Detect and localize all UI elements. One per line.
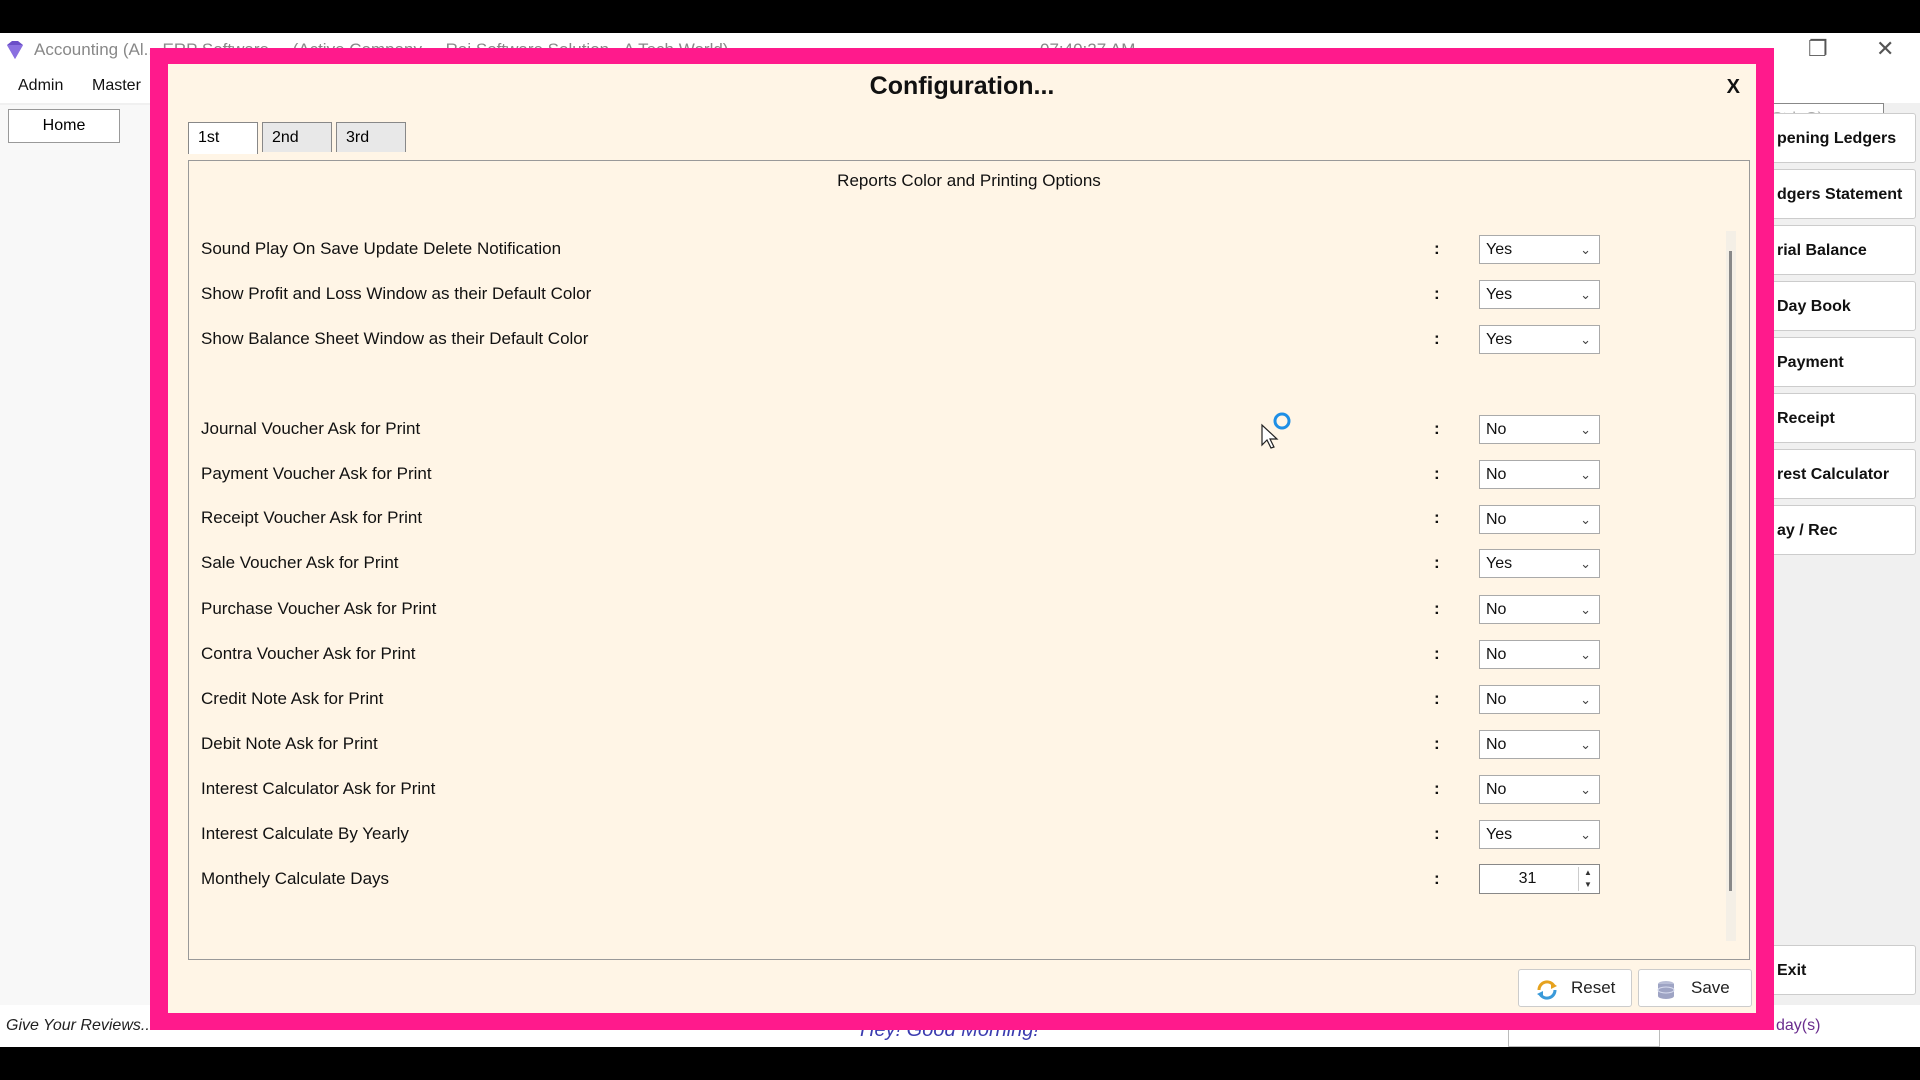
colon: : <box>1434 464 1440 483</box>
option-label: Journal Voucher Ask for Print <box>201 419 421 438</box>
save-button[interactable]: Save <box>1638 969 1752 1007</box>
option-label: Purchase Voucher Ask for Print <box>201 599 437 618</box>
chevron-down-icon: ⌄ <box>1580 332 1591 347</box>
option-label: Receipt Voucher Ask for Print <box>201 508 423 527</box>
select-value: Yes <box>1486 826 1513 843</box>
select-value: Yes <box>1486 331 1513 348</box>
interest-yearly-select[interactable]: Yes ⌄ <box>1479 820 1600 849</box>
colon: : <box>1434 779 1440 798</box>
chevron-down-icon: ⌄ <box>1580 556 1591 571</box>
colon: : <box>1434 553 1440 572</box>
chevron-down-icon: ⌄ <box>1580 692 1591 707</box>
reset-button[interactable]: Reset <box>1518 969 1632 1007</box>
select-value: Yes <box>1486 555 1513 572</box>
stepper-value: 31 <box>1518 870 1537 887</box>
tab-1st[interactable]: 1st <box>188 122 258 154</box>
dialog-close-button[interactable]: X <box>1727 76 1740 99</box>
diamond-logo-icon <box>4 39 26 66</box>
option-label: Show Profit and Loss Window as their Def… <box>201 284 592 303</box>
colon: : <box>1434 508 1440 527</box>
select-value: No <box>1486 691 1507 708</box>
chevron-down-icon: ⌄ <box>1580 242 1591 257</box>
chevron-down-icon: ⌄ <box>1580 782 1591 797</box>
option-label: Show Balance Sheet Window as their Defau… <box>201 329 589 348</box>
colon: : <box>1434 734 1440 753</box>
option-label: Credit Note Ask for Print <box>201 689 384 708</box>
colon: : <box>1434 239 1440 258</box>
debit-note-print-select[interactable]: No ⌄ <box>1479 730 1600 759</box>
option-label: Debit Note Ask for Print <box>201 734 378 753</box>
chevron-down-icon: ⌄ <box>1580 422 1591 437</box>
sale-voucher-print-select[interactable]: Yes ⌄ <box>1479 549 1600 578</box>
option-label: Contra Voucher Ask for Print <box>201 644 416 663</box>
close-window-icon[interactable]: ✕ <box>1876 36 1894 62</box>
contra-voucher-print-select[interactable]: No ⌄ <box>1479 640 1600 669</box>
spin-arrows-icon[interactable]: ▲ ▼ <box>1578 867 1597 891</box>
balance-sheet-color-select[interactable]: Yes ⌄ <box>1479 325 1600 354</box>
interest-calculator-print-select[interactable]: No ⌄ <box>1479 775 1600 804</box>
days-remaining: day(s) <box>1776 1017 1821 1034</box>
chevron-down-icon: ⌄ <box>1580 512 1591 527</box>
select-value: No <box>1486 736 1507 753</box>
busy-cursor-icon <box>1260 409 1300 454</box>
chevron-down-icon: ⌄ <box>1580 827 1591 842</box>
reset-label: Reset <box>1571 978 1616 997</box>
select-value: No <box>1486 511 1507 528</box>
colon: : <box>1434 419 1440 438</box>
colon: : <box>1434 329 1440 348</box>
option-label: Interest Calculate By Yearly <box>201 824 409 843</box>
option-label: Interest Calculator Ask for Print <box>201 779 436 798</box>
options-scrollbar[interactable] <box>1726 231 1736 941</box>
credit-note-print-select[interactable]: No ⌄ <box>1479 685 1600 714</box>
chevron-down-icon: ⌄ <box>1580 602 1591 617</box>
colon: : <box>1434 824 1440 843</box>
journal-voucher-print-select[interactable]: No ⌄ <box>1479 415 1600 444</box>
colon: : <box>1434 284 1440 303</box>
section-title: Reports Color and Printing Options <box>837 171 1101 190</box>
options-panel: Reports Color and Printing Options Sound… <box>188 160 1750 960</box>
select-value: No <box>1486 466 1507 483</box>
tab-home[interactable]: Home <box>8 109 120 143</box>
configuration-dialog: Configuration... X 1st 2nd 3rd Reports C… <box>168 64 1756 1013</box>
select-value: No <box>1486 646 1507 663</box>
colon: : <box>1434 644 1440 663</box>
select-value: No <box>1486 601 1507 618</box>
menu-admin[interactable]: Admin <box>18 77 63 95</box>
option-label: Payment Voucher Ask for Print <box>201 464 432 483</box>
option-label: Sound Play On Save Update Delete Notific… <box>201 239 562 258</box>
save-label: Save <box>1691 978 1730 997</box>
receipt-voucher-print-select[interactable]: No ⌄ <box>1479 505 1600 534</box>
colon: : <box>1434 689 1440 708</box>
select-value: Yes <box>1486 286 1513 303</box>
profit-loss-color-select[interactable]: Yes ⌄ <box>1479 280 1600 309</box>
colon: : <box>1434 599 1440 618</box>
dialog-title: Configuration... <box>869 72 1055 100</box>
purchase-voucher-print-select[interactable]: No ⌄ <box>1479 595 1600 624</box>
chevron-down-icon: ⌄ <box>1580 647 1591 662</box>
monthly-days-stepper[interactable]: 31 ▲ ▼ <box>1479 864 1600 894</box>
option-label: Sale Voucher Ask for Print <box>201 553 399 572</box>
restore-icon[interactable]: ❐ <box>1808 36 1828 62</box>
left-panel <box>0 105 151 1005</box>
option-label: Monthely Calculate Days <box>201 869 390 888</box>
tab-3rd[interactable]: 3rd <box>336 122 406 152</box>
chevron-down-icon: ⌄ <box>1580 467 1591 482</box>
select-value: No <box>1486 421 1507 438</box>
colon: : <box>1434 869 1440 888</box>
refresh-icon <box>1535 978 1559 1014</box>
scrollbar-thumb[interactable] <box>1729 251 1732 891</box>
give-reviews-link[interactable]: Give Your Reviews... <box>6 1017 154 1035</box>
select-value: No <box>1486 781 1507 798</box>
sound-play-select[interactable]: Yes ⌄ <box>1479 235 1600 264</box>
payment-voucher-print-select[interactable]: No ⌄ <box>1479 460 1600 489</box>
select-value: Yes <box>1486 241 1513 258</box>
chevron-down-icon: ⌄ <box>1580 737 1591 752</box>
menu-master[interactable]: Master <box>92 77 141 95</box>
chevron-down-icon: ⌄ <box>1580 287 1591 302</box>
tab-2nd[interactable]: 2nd <box>262 122 332 152</box>
database-icon <box>1655 978 1677 1014</box>
